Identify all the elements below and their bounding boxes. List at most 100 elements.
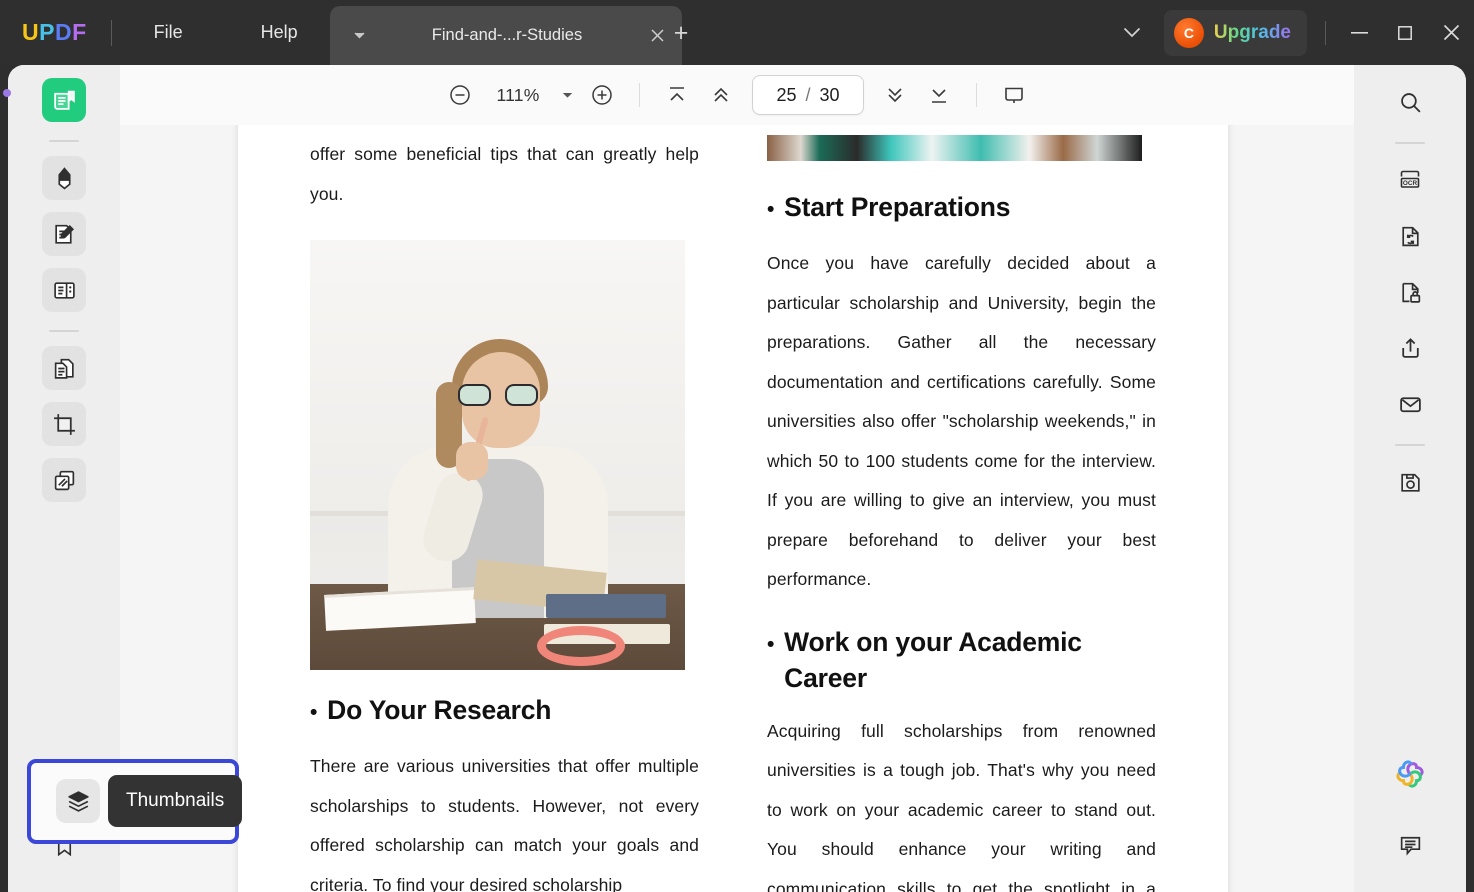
ocr-icon: OCR (1397, 167, 1423, 193)
ai-assistant-button[interactable] (1388, 752, 1432, 796)
envelope-icon (1398, 392, 1423, 417)
menu-file[interactable]: File (136, 16, 201, 49)
last-page-icon (927, 83, 951, 107)
highlighter-icon (52, 166, 77, 191)
paragraph-start-preparations: Once you have carefully decided about a … (767, 253, 1156, 589)
batch-pages-icon (52, 468, 77, 493)
page-number-input[interactable]: 25 / 30 (752, 75, 864, 115)
zoom-level-value[interactable]: 111% (489, 85, 547, 106)
titlebar-right-group: C Upgrade (1114, 0, 1474, 65)
first-page-button[interactable] (656, 74, 698, 116)
toolbar-divider (639, 83, 640, 107)
ai-clover-icon (1395, 759, 1425, 789)
share-upload-icon (1398, 336, 1423, 361)
sidebar-divider (49, 330, 79, 332)
first-page-icon (665, 83, 689, 107)
comments-button[interactable] (1388, 822, 1432, 866)
clipped-paragraph: offer some beneficial tips that can grea… (310, 144, 699, 204)
document-lock-icon (1398, 280, 1423, 305)
sidebar-item-convert[interactable] (42, 346, 86, 390)
presentation-mode-icon (1002, 83, 1026, 107)
heading-start-preparations: • Start Preparations (767, 189, 1156, 228)
previous-page-button[interactable] (700, 74, 742, 116)
title-bar: UPDF File Help Find-and-...r-Studies + C… (0, 0, 1474, 65)
chevron-down-icon[interactable] (1114, 15, 1150, 51)
right-sidebar-bottom (1354, 752, 1466, 878)
zoom-out-button[interactable] (439, 74, 481, 116)
crown-badge-icon: C (1173, 17, 1204, 48)
zoom-in-button[interactable] (581, 74, 623, 116)
close-window-button[interactable] (1428, 12, 1474, 54)
document-tab[interactable]: Find-and-...r-Studies (330, 6, 682, 65)
thumbnails-button[interactable] (56, 779, 100, 823)
search-icon (1398, 90, 1423, 115)
sidebar-divider (49, 140, 79, 142)
zoom-in-icon (590, 83, 614, 107)
heading-text: Do Your Research (327, 695, 552, 725)
presentation-mode-button[interactable] (993, 74, 1035, 116)
edit-document-icon (52, 222, 77, 247)
left-edge-indicator-dot (3, 89, 11, 97)
bullet-glyph: • (310, 701, 318, 724)
ocr-button[interactable]: OCR (1388, 158, 1432, 202)
paragraph-do-your-research: There are various universities that offe… (310, 756, 699, 892)
convert-file-icon (52, 356, 77, 381)
chevron-down-icon[interactable] (346, 23, 372, 49)
bullet-glyph: • (767, 198, 775, 221)
maximize-button[interactable] (1382, 12, 1428, 54)
window-controls-divider (1325, 20, 1326, 45)
total-pages-value: 30 (819, 84, 840, 105)
heading-text: Work on your Academic Career (784, 626, 1082, 693)
document-viewport[interactable]: offer some beneficial tips that can grea… (120, 125, 1354, 892)
next-page-button[interactable] (874, 74, 916, 116)
tab-title: Find-and-...r-Studies (431, 26, 583, 44)
sidebar-item-batch[interactable] (42, 458, 86, 502)
menu-help[interactable]: Help (243, 16, 316, 49)
page-separator: / (805, 84, 811, 105)
clipped-photo-strip (767, 135, 1142, 161)
zoom-out-icon (448, 83, 472, 107)
layers-icon (66, 789, 91, 814)
share-button[interactable] (1388, 326, 1432, 370)
sidebar-item-edit-pdf[interactable] (42, 212, 86, 256)
sidebar-item-reader[interactable] (42, 78, 86, 122)
new-tab-button[interactable]: + (663, 17, 699, 49)
app-shell: Thumbnails 111% 25 / 30 offer some benef… (8, 65, 1466, 892)
updf-logo: UPDF (22, 19, 87, 45)
thumbnails-tooltip: Thumbnails (108, 775, 243, 827)
bullet-glyph: • (767, 632, 775, 656)
sidebar-divider (1395, 444, 1425, 446)
crop-icon (52, 412, 77, 437)
right-sidebar: OCR (1354, 65, 1466, 892)
upgrade-button[interactable]: C Upgrade (1163, 9, 1307, 56)
heading-do-your-research: • Do Your Research (310, 692, 699, 731)
email-button[interactable] (1388, 382, 1432, 426)
woman-thinking-with-books-photo (310, 240, 685, 670)
last-page-button[interactable] (918, 74, 960, 116)
protect-button[interactable] (1388, 270, 1432, 314)
save-button[interactable] (1388, 460, 1432, 504)
sidebar-item-crop[interactable] (42, 402, 86, 446)
organize-pages-icon (52, 278, 77, 303)
chevron-down-icon[interactable] (555, 80, 579, 110)
updf-application-window: UPDF File Help Find-and-...r-Studies + C… (0, 0, 1474, 892)
toolbar-divider (976, 83, 977, 107)
next-page-icon (883, 83, 907, 107)
document-toolbar: 111% 25 / 30 (120, 65, 1354, 125)
sidebar-item-organize-pages[interactable] (42, 268, 86, 312)
minimize-button[interactable] (1336, 12, 1382, 54)
svg-text:OCR: OCR (1403, 180, 1418, 187)
sidebar-item-annotate[interactable] (42, 156, 86, 200)
titlebar-divider (110, 19, 112, 46)
floppy-save-icon (1398, 470, 1423, 495)
page-left-column: offer some beneficial tips that can grea… (310, 135, 699, 892)
page-columns: offer some beneficial tips that can grea… (310, 135, 1156, 892)
page-right-column: • Start Preparations Once you have caref… (767, 135, 1156, 892)
convert-button[interactable] (1388, 214, 1432, 258)
paragraph-academic-career: Acquiring full scholarships from renowne… (767, 720, 1156, 892)
sidebar-divider (1395, 142, 1425, 144)
thumbnails-highlight-box: Thumbnails (27, 759, 243, 844)
pdf-page: offer some beneficial tips that can grea… (238, 125, 1228, 892)
current-page-value: 25 (776, 84, 797, 105)
search-button[interactable] (1388, 80, 1432, 124)
